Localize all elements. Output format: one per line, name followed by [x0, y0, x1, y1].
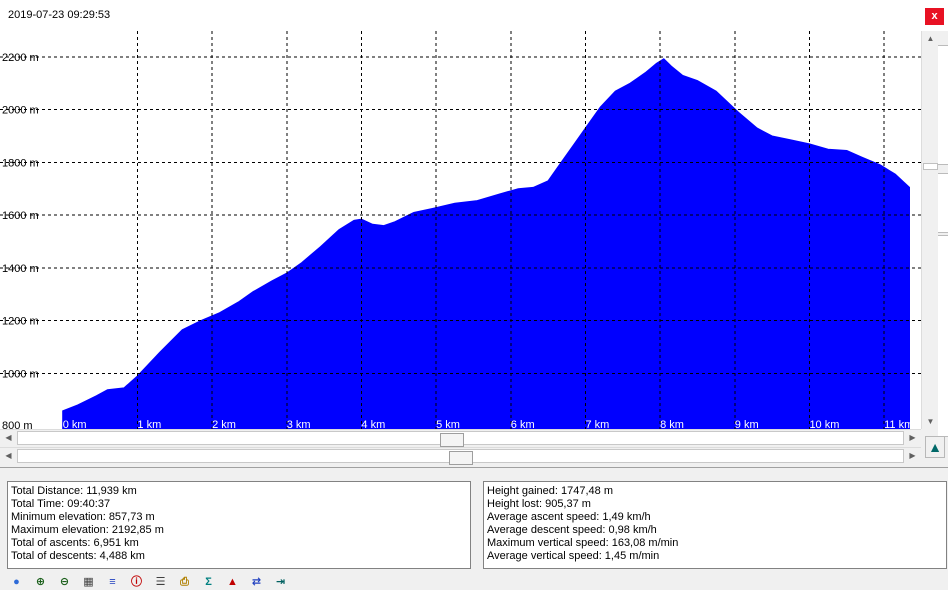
x-tick-label: 5 km: [436, 419, 460, 429]
scroll-left-icon[interactable]: ◀: [0, 448, 17, 463]
stat-max-vertical-speed: Maximum vertical speed: 163,08 m/min: [487, 537, 679, 549]
stat-min-elevation: Minimum elevation: 857,73 m: [11, 511, 155, 523]
stat-avg-ascent-speed: Average ascent speed: 1,49 km/h: [487, 511, 651, 523]
print-icon[interactable]: ⎙: [176, 575, 193, 590]
export-icon[interactable]: ⇥: [272, 575, 289, 590]
vertical-scrollbar[interactable]: ▲ ▼: [921, 31, 939, 429]
stat-avg-vertical-speed: Average vertical speed: 1,45 m/min: [487, 550, 660, 562]
expand-button[interactable]: ▲: [925, 436, 945, 458]
scroll-down-icon[interactable]: ▼: [922, 414, 939, 429]
scroll-right-icon[interactable]: ▶: [904, 448, 921, 463]
info-icon[interactable]: ⓘ: [128, 575, 145, 590]
scroll-track[interactable]: [17, 431, 904, 447]
stats-left-panel: Total Distance: 11,939 km Total Time: 09…: [7, 481, 471, 569]
y-tick-label: 2200 m: [2, 52, 39, 64]
x-tick-label: 4 km: [361, 419, 385, 429]
scroll-track[interactable]: [17, 449, 904, 465]
scroll-up-icon[interactable]: ▲: [922, 31, 939, 46]
stat-total-descents: Total of descents: 4,488 km: [11, 550, 145, 562]
sum-icon[interactable]: Σ: [200, 575, 217, 590]
zoom-out-icon[interactable]: ⊖: [56, 575, 73, 590]
x-tick-label: 11 km: [884, 419, 913, 429]
y-tick-label: 2000 m: [2, 105, 39, 117]
stat-height-gained: Height gained: 1747,48 m: [487, 485, 613, 497]
divider: [0, 467, 948, 468]
y-tick-label: 800 m: [2, 420, 33, 429]
stat-total-distance: Total Distance: 11,939 km: [11, 485, 137, 497]
y-tick-label: 1000 m: [2, 368, 39, 380]
stat-total-ascents: Total of ascents: 6,951 km: [11, 537, 139, 549]
side-panel: [938, 31, 948, 468]
y-tick-label: 1800 m: [2, 157, 39, 169]
title-bar: 2019-07-23 09:29:53 x: [0, 0, 948, 32]
x-tick-label: 9 km: [735, 419, 759, 429]
color-fill-icon[interactable]: ▲: [224, 575, 241, 590]
y-tick-label: 1200 m: [2, 316, 39, 328]
scroll-left-icon[interactable]: ◀: [0, 430, 17, 445]
side-panel-top: [938, 45, 948, 165]
close-button[interactable]: x: [925, 8, 944, 25]
y-tick-label: 1600 m: [2, 210, 39, 222]
x-tick-label: 6 km: [511, 419, 535, 429]
stat-height-lost: Height lost: 905,37 m: [487, 498, 591, 510]
settings-list-icon[interactable]: ≡: [104, 575, 121, 590]
globe-icon[interactable]: ●: [8, 575, 25, 590]
x-tick-label: 1 km: [137, 419, 161, 429]
vertical-scroll-thumb[interactable]: [923, 163, 938, 170]
x-tick-label: 7 km: [585, 419, 609, 429]
elevation-chart-svg: 800 m 1000 m 1200 m 1400 m 1600 m 1800 m 2000 …: [0, 31, 921, 429]
x-tick-label: 3 km: [287, 419, 311, 429]
stat-total-time: Total Time: 09:40:37: [11, 498, 111, 510]
horizontal-scrollbar-zoom[interactable]: ◀ ▶: [0, 429, 921, 447]
x-tick-label: 8 km: [660, 419, 684, 429]
zoom-in-icon[interactable]: ⊕: [32, 575, 49, 590]
side-panel-bottom: [938, 235, 948, 437]
swap-icon[interactable]: ⇄: [248, 575, 265, 590]
x-tick-label: 0 km: [63, 419, 87, 429]
document-icon[interactable]: ☰: [152, 575, 169, 590]
window-title: 2019-07-23 09:29:53: [8, 9, 111, 21]
horizontal-scrollbar-position[interactable]: ◀ ▶: [0, 447, 921, 465]
elevation-chart: 800 m 1000 m 1200 m 1400 m 1600 m 1800 m 2000 …: [0, 31, 921, 429]
x-tick-label: 2 km: [212, 419, 236, 429]
stats-right-panel: Height gained: 1747,48 m Height lost: 90…: [483, 481, 947, 569]
stat-max-elevation: Maximum elevation: 2192,85 m: [11, 524, 164, 536]
stat-avg-descent-speed: Average descent speed: 0,98 km/h: [487, 524, 657, 536]
grid-icon[interactable]: ▦: [80, 575, 97, 590]
x-tick-label: 10 km: [809, 419, 839, 429]
side-panel-mid: [938, 173, 948, 233]
scroll-right-icon[interactable]: ▶: [904, 430, 921, 445]
scroll-thumb-zoom[interactable]: [440, 433, 464, 447]
toolbar: ● ⊕ ⊖ ▦ ≡ ⓘ ☰ ⎙ Σ ▲ ⇄ ⇥: [8, 574, 298, 590]
y-tick-label: 1400 m: [2, 263, 39, 275]
scroll-thumb-position[interactable]: [449, 451, 473, 465]
